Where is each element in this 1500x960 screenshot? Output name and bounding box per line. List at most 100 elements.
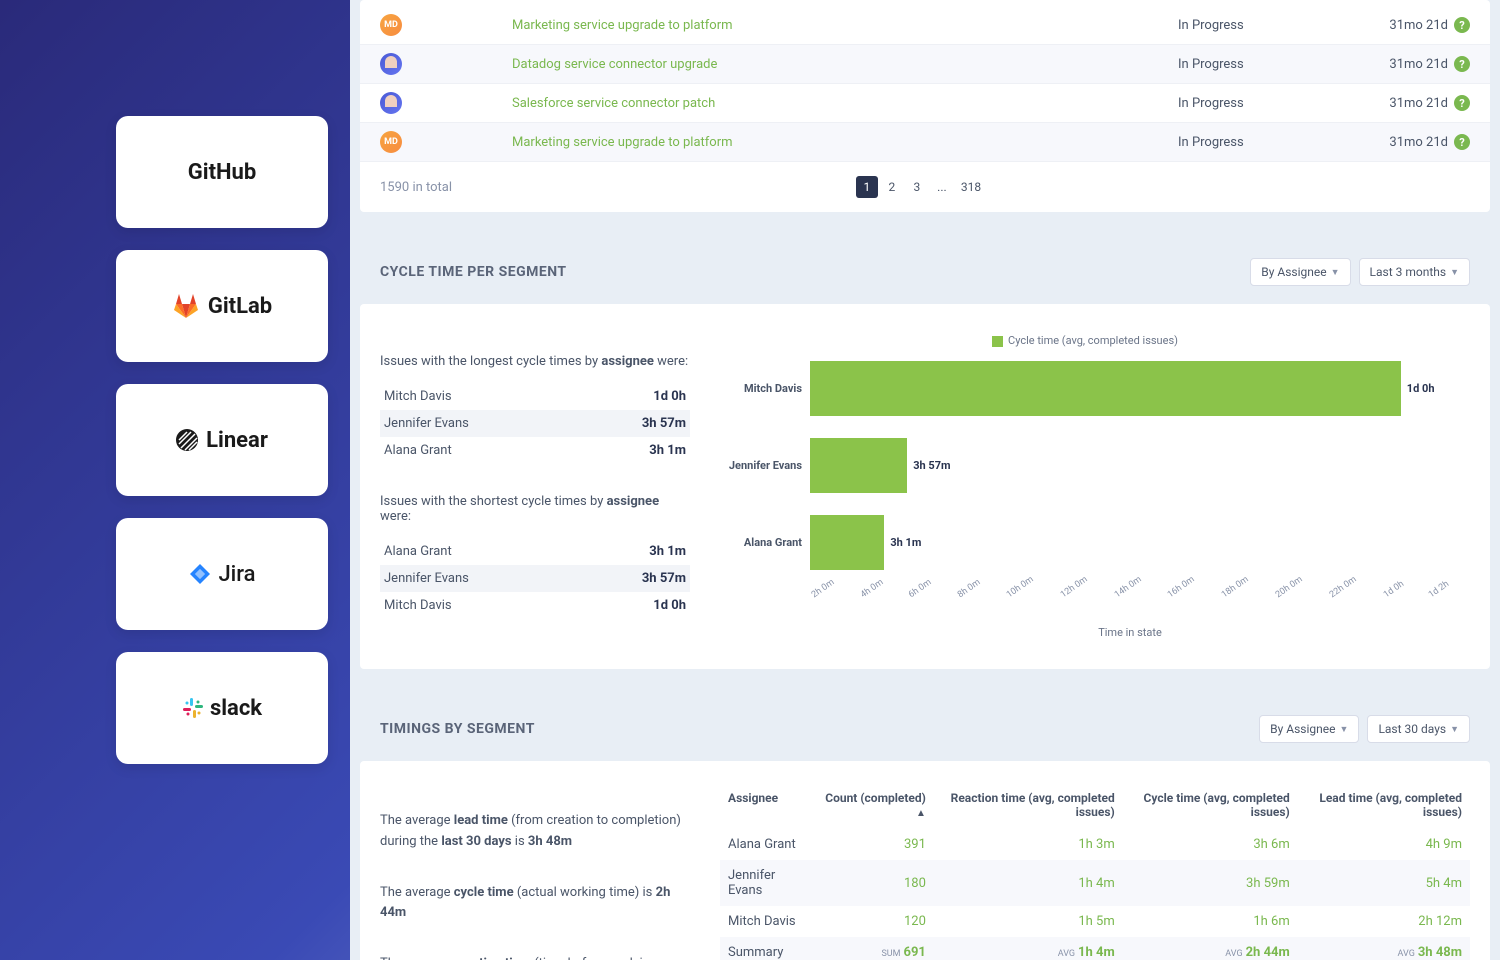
main-content: MD Marketing service upgrade to platform… (350, 0, 1500, 960)
table-row[interactable]: Datadog service connector upgrade In Pro… (360, 45, 1490, 84)
chart-bar-row: Alana Grant 3h 1m (720, 515, 1450, 570)
help-icon[interactable]: ? (1454, 17, 1470, 33)
issues-panel: MD Marketing service upgrade to platform… (360, 0, 1490, 212)
bar-label: Mitch Davis (720, 382, 810, 395)
gitlab-icon (172, 293, 200, 319)
integration-card-jira[interactable]: Jira (116, 518, 328, 630)
issue-time: 31mo 21d (1358, 18, 1448, 33)
timings-filter-assignee[interactable]: By Assignee▼ (1259, 715, 1359, 743)
caret-down-icon: ▼ (1450, 267, 1459, 278)
github-label: GitHub (188, 160, 257, 185)
cycle-filter-period[interactable]: Last 3 months▼ (1359, 258, 1470, 286)
tick-label: 6h 0m (907, 578, 933, 601)
integration-card-gitlab[interactable]: GitLab (116, 250, 328, 362)
list-item: Jennifer Evans3h 57m (380, 410, 690, 437)
list-item: Mitch Davis1d 0h (380, 383, 690, 410)
avatar: MD (380, 14, 402, 36)
bar-label: Jennifer Evans (720, 459, 810, 472)
caret-down-icon: ▼ (1331, 267, 1340, 278)
integration-card-slack[interactable]: slack (116, 652, 328, 764)
table-row[interactable]: MD Marketing service upgrade to platform… (360, 123, 1490, 162)
slack-icon (182, 697, 204, 719)
avatar: MD (380, 131, 402, 153)
total-count: 1590 in total (380, 180, 452, 195)
bar-value: 3h 1m (890, 536, 921, 549)
tick-label: 12h 0m (1059, 575, 1090, 601)
issue-title[interactable]: Marketing service upgrade to platform (512, 135, 1178, 150)
longest-table: Mitch Davis1d 0hJennifer Evans3h 57mAlan… (380, 383, 690, 464)
chart-bar (810, 438, 907, 493)
tick-label: 2h 0m (810, 578, 836, 601)
page-button[interactable]: 3 (906, 176, 928, 198)
page-button[interactable]: 318 (956, 176, 986, 198)
pagination-row: 1590 in total 123...318 (360, 162, 1490, 212)
timings-table: Assignee Count (completed)▲ Reaction tim… (720, 781, 1470, 960)
table-row[interactable]: Salesforce service connector patch In Pr… (360, 84, 1490, 123)
issue-title[interactable]: Marketing service upgrade to platform (512, 18, 1178, 33)
caret-down-icon: ▼ (1450, 724, 1459, 735)
bar-value: 1d 0h (1407, 382, 1435, 395)
tick-label: 22h 0m (1328, 575, 1359, 601)
sort-up-icon: ▲ (916, 808, 926, 819)
cycle-summary: Issues with the longest cycle times by a… (380, 324, 690, 649)
table-row: Mitch Davis1201h 5m1h 6m2h 12m (720, 906, 1470, 937)
issue-title[interactable]: Salesforce service connector patch (512, 96, 1178, 111)
cycle-filter-assignee[interactable]: By Assignee▼ (1250, 258, 1350, 286)
cycle-title: CYCLE TIME PER SEGMENT (380, 264, 567, 280)
issue-time: 31mo 21d (1358, 57, 1448, 72)
chart-bar-row: Jennifer Evans 3h 57m (720, 438, 1450, 493)
issue-time: 31mo 21d (1358, 135, 1448, 150)
issue-title[interactable]: Datadog service connector upgrade (512, 57, 1178, 72)
summary-row: Summary SUM691 AVG1h 4m AVG2h 44m AVG3h … (720, 937, 1470, 960)
page-button: ... (931, 176, 953, 198)
avatar (380, 92, 402, 114)
integrations-sidebar: GitHub GitLab Linear Jira slack (116, 116, 328, 764)
th-reaction[interactable]: Reaction time (avg, completed issues) (934, 781, 1123, 829)
th-lead[interactable]: Lead time (avg, completed issues) (1298, 781, 1470, 829)
page-button[interactable]: 1 (856, 176, 878, 198)
list-item: Alana Grant3h 1m (380, 538, 690, 565)
tick-label: 18h 0m (1220, 575, 1251, 601)
cycle-panel: Issues with the longest cycle times by a… (360, 304, 1490, 669)
integration-card-linear[interactable]: Linear (116, 384, 328, 496)
table-row[interactable]: MD Marketing service upgrade to platform… (360, 6, 1490, 45)
tick-label: 8h 0m (956, 578, 982, 601)
help-icon[interactable]: ? (1454, 56, 1470, 72)
th-cycle[interactable]: Cycle time (avg, completed issues) (1123, 781, 1298, 829)
jira-icon (188, 562, 212, 586)
cycle-section-header: CYCLE TIME PER SEGMENT By Assignee▼ Last… (360, 240, 1490, 304)
bar-label: Alana Grant (720, 536, 810, 549)
integration-card-github[interactable]: GitHub (116, 116, 328, 228)
tick-label: 1d 0h (1382, 579, 1406, 600)
th-count[interactable]: Count (completed)▲ (814, 781, 934, 829)
help-icon[interactable]: ? (1454, 95, 1470, 111)
list-item: Mitch Davis1d 0h (380, 592, 690, 619)
shortest-table: Alana Grant3h 1mJennifer Evans3h 57mMitc… (380, 538, 690, 619)
issue-time: 31mo 21d (1358, 96, 1448, 111)
issue-status: In Progress (1178, 18, 1358, 33)
timings-summary: The average lead time (from creation to … (380, 781, 690, 960)
timings-panel: The average lead time (from creation to … (360, 761, 1490, 960)
page-button[interactable]: 2 (881, 176, 903, 198)
issue-status: In Progress (1178, 57, 1358, 72)
slack-label: slack (210, 696, 262, 721)
avatar (380, 53, 402, 75)
tick-label: 4h 0m (859, 578, 885, 601)
caret-down-icon: ▼ (1340, 724, 1349, 735)
timings-title: TIMINGS BY SEGMENT (380, 721, 535, 737)
chart-bar-row: Mitch Davis 1d 0h (720, 361, 1450, 416)
issue-status: In Progress (1178, 96, 1358, 111)
help-icon[interactable]: ? (1454, 134, 1470, 150)
bar-value: 3h 57m (913, 459, 950, 472)
pagination: 123...318 (856, 176, 986, 198)
timings-filter-period[interactable]: Last 30 days▼ (1367, 715, 1470, 743)
cycle-chart: Cycle time (avg, completed issues) Mitch… (720, 324, 1470, 649)
tick-label: 16h 0m (1166, 575, 1197, 601)
table-row: Jennifer Evans1801h 4m3h 59m5h 4m (720, 860, 1470, 906)
table-row: Alana Grant3911h 3m3h 6m4h 9m (720, 829, 1470, 860)
th-assignee[interactable]: Assignee (720, 781, 814, 829)
list-item: Jennifer Evans3h 57m (380, 565, 690, 592)
linear-label: Linear (206, 428, 268, 453)
issue-status: In Progress (1178, 135, 1358, 150)
tick-label: 10h 0m (1005, 575, 1036, 601)
